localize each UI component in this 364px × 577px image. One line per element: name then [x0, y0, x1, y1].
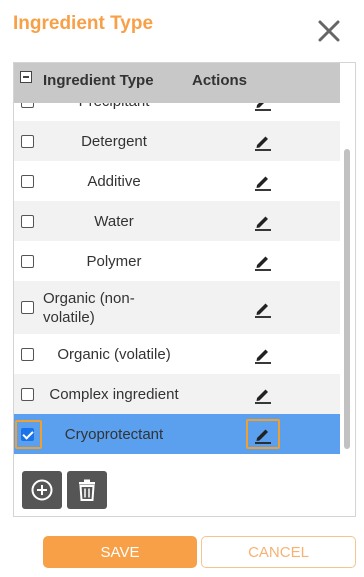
- row-checkbox[interactable]: [21, 301, 34, 314]
- ingredient-type-name: Complex ingredient: [49, 385, 179, 403]
- row-checkbox[interactable]: [21, 134, 34, 148]
- pencil-icon[interactable]: [253, 251, 273, 271]
- ingredient-table-panel: Ingredient Type Actions Precipitant Deter…: [13, 62, 356, 517]
- pencil-icon[interactable]: [253, 384, 273, 404]
- ingredient-type-name: Organic (non-volatile): [43, 290, 135, 326]
- row-checkbox[interactable]: [21, 387, 34, 401]
- table-row[interactable]: Cryoprotectant: [14, 414, 340, 454]
- select-all-checkbox[interactable]: [20, 71, 32, 83]
- row-checkbox[interactable]: [21, 174, 34, 188]
- scrollbar-thumb[interactable]: [344, 149, 350, 449]
- table-row[interactable]: Polymer: [14, 241, 340, 281]
- table-row[interactable]: Water: [14, 201, 340, 241]
- table-body: Precipitant Detergent Additive Water Polymer…: [14, 103, 340, 455]
- row-checkbox[interactable]: [21, 254, 34, 268]
- ingredient-type-name: Precipitant: [42, 103, 186, 111]
- column-header-ingredient-type: Ingredient Type: [43, 72, 154, 89]
- pencil-icon[interactable]: [253, 211, 273, 231]
- pencil-icon[interactable]: [253, 103, 273, 111]
- table-row[interactable]: Detergent: [14, 121, 340, 161]
- pencil-icon[interactable]: [253, 298, 273, 318]
- delete-button[interactable]: [67, 471, 107, 509]
- trash-icon: [79, 479, 95, 501]
- table-header: Ingredient Type Actions: [14, 63, 340, 103]
- ingredient-type-name: Water: [94, 212, 134, 230]
- ingredient-type-name: Detergent: [81, 132, 147, 150]
- ingredient-type-name: Polymer: [86, 252, 142, 270]
- close-icon[interactable]: [316, 18, 342, 44]
- plus-circle-icon: [31, 479, 53, 501]
- save-button[interactable]: SAVE: [43, 536, 197, 568]
- dialog-title: Ingredient Type: [13, 13, 154, 34]
- table-row[interactable]: Organic (volatile): [14, 334, 340, 374]
- add-button[interactable]: [22, 471, 62, 509]
- row-checkbox[interactable]: [21, 347, 34, 361]
- column-header-actions: Actions: [192, 72, 248, 89]
- ingredient-type-name: Additive: [87, 172, 141, 190]
- table-row[interactable]: Complex ingredient: [14, 374, 340, 414]
- pencil-icon[interactable]: [253, 171, 273, 191]
- pencil-icon[interactable]: [253, 344, 273, 364]
- ingredient-type-name: Organic (volatile): [57, 345, 171, 363]
- table-row[interactable]: Precipitant: [14, 103, 340, 121]
- edit-focus-highlight: [246, 419, 280, 449]
- row-checkbox[interactable]: [21, 103, 34, 108]
- row-checkbox[interactable]: [21, 214, 34, 228]
- cancel-button[interactable]: CANCEL: [201, 536, 356, 568]
- checkbox-focus-highlight: [15, 420, 42, 449]
- pencil-icon[interactable]: [253, 131, 273, 151]
- table-row[interactable]: Organic (non-volatile): [14, 281, 340, 334]
- ingredient-type-dialog: Ingredient Type Ingredient Type Actions …: [0, 0, 364, 577]
- table-row[interactable]: Additive: [14, 161, 340, 201]
- ingredient-type-name: Cryoprotectant: [64, 425, 164, 443]
